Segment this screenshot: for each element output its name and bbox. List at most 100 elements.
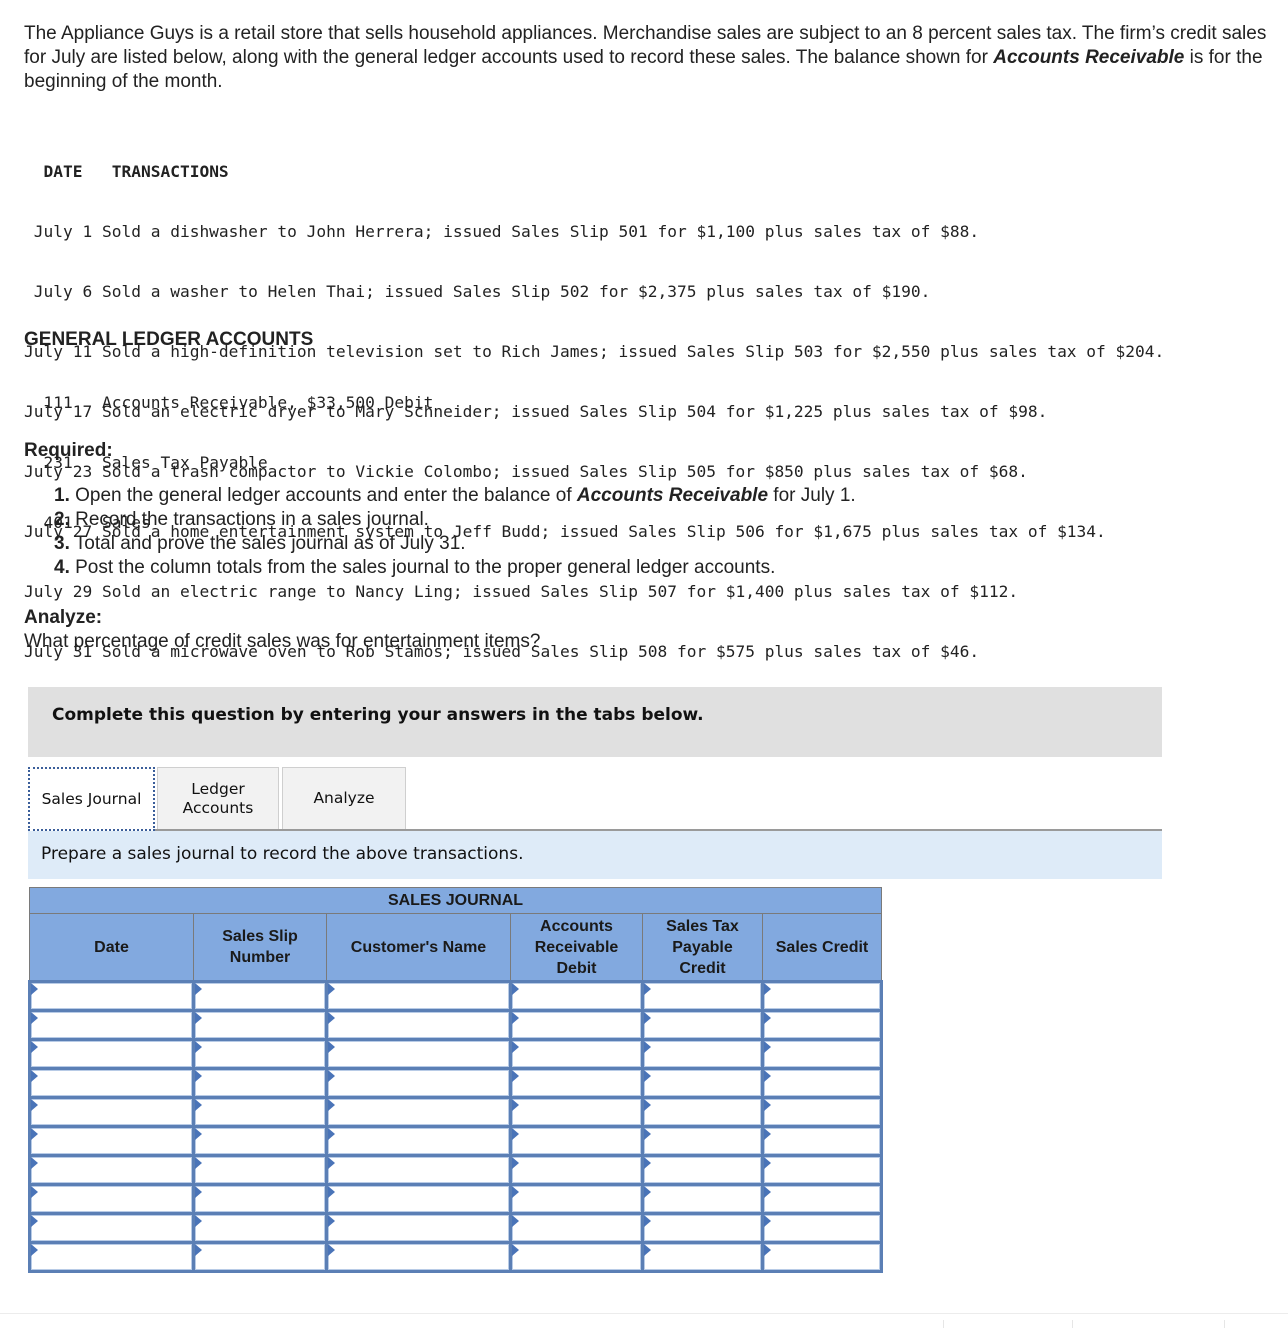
journal-cell xyxy=(761,1241,883,1273)
transaction-row: July 6 Sold a washer to Helen Thai; issu… xyxy=(24,282,1164,302)
journal-cell xyxy=(641,1212,764,1244)
sales-slip-number-input[interactable] xyxy=(195,1099,325,1125)
date-input[interactable] xyxy=(31,1186,192,1212)
journal-cell xyxy=(192,1038,328,1070)
transaction-row: July 1 Sold a dishwasher to John Herrera… xyxy=(24,222,1164,242)
sales-tax-payable-credit-input[interactable] xyxy=(644,1070,761,1096)
journal-cell xyxy=(509,1125,644,1157)
tab-ledger-accounts[interactable]: Ledger Accounts xyxy=(157,767,279,829)
sales-credit-input[interactable] xyxy=(764,1215,880,1241)
customer-name-input[interactable] xyxy=(328,1012,509,1038)
panel-message-text: Prepare a sales journal to record the ab… xyxy=(41,844,524,864)
date-input[interactable] xyxy=(31,1157,192,1183)
customer-name-input[interactable] xyxy=(328,1099,509,1125)
tab-analyze[interactable]: Analyze xyxy=(282,767,406,829)
customer-name-input[interactable] xyxy=(328,1070,509,1096)
date-input[interactable] xyxy=(31,1244,192,1270)
customer-name-input[interactable] xyxy=(328,983,509,1009)
sales-slip-number-input[interactable] xyxy=(195,1186,325,1212)
journal-cell xyxy=(761,1009,883,1041)
journal-cell xyxy=(761,1154,883,1186)
journal-cell xyxy=(192,1212,328,1244)
item-number: 4. xyxy=(54,557,70,578)
date-input[interactable] xyxy=(31,1099,192,1125)
item-text: Record the transactions in a sales journ… xyxy=(69,509,429,530)
sales-slip-number-input[interactable] xyxy=(195,1041,325,1067)
problem-intro: The Appliance Guys is a retail store tha… xyxy=(24,22,1274,94)
sales-slip-number-input[interactable] xyxy=(195,1070,325,1096)
sales-credit-input[interactable] xyxy=(764,1041,880,1067)
tab-sales-journal[interactable]: Sales Journal xyxy=(28,767,155,831)
sales-tax-payable-credit-input[interactable] xyxy=(644,1041,761,1067)
sales-credit-input[interactable] xyxy=(764,1186,880,1212)
journal-cell xyxy=(192,1009,328,1041)
sales-tax-payable-credit-input[interactable] xyxy=(644,1099,761,1125)
accounts-receivable-debit-input[interactable] xyxy=(512,1128,641,1154)
accounts-receivable-debit-input[interactable] xyxy=(512,1186,641,1212)
date-input[interactable] xyxy=(31,1128,192,1154)
sales-slip-number-input[interactable] xyxy=(195,1157,325,1183)
item-text: Open the general ledger accounts and ent… xyxy=(69,485,577,506)
sales-slip-number-input[interactable] xyxy=(195,983,325,1009)
sales-tax-payable-credit-input[interactable] xyxy=(644,1157,761,1183)
accounts-receivable-debit-input[interactable] xyxy=(512,1215,641,1241)
footer-divider xyxy=(0,1313,1288,1314)
sales-tax-payable-credit-input[interactable] xyxy=(644,1215,761,1241)
journal-cell xyxy=(325,1067,512,1099)
customer-name-input[interactable] xyxy=(328,1215,509,1241)
transaction-date: July 29 xyxy=(24,582,93,601)
sales-tax-payable-credit-input[interactable] xyxy=(644,1244,761,1270)
date-input[interactable] xyxy=(31,1041,192,1067)
item-text-after: for July 1. xyxy=(768,485,856,506)
sales-credit-input[interactable] xyxy=(764,1012,880,1038)
instruction-banner: Complete this question by entering your … xyxy=(28,687,1162,757)
accounts-receivable-debit-input[interactable] xyxy=(512,1244,641,1270)
sales-slip-number-input[interactable] xyxy=(195,1128,325,1154)
customer-name-input[interactable] xyxy=(328,1244,509,1270)
transactions-header: DATE TRANSACTIONS xyxy=(24,162,1164,182)
date-input[interactable] xyxy=(31,1012,192,1038)
journal-row xyxy=(28,1241,883,1273)
sales-slip-number-input[interactable] xyxy=(195,1012,325,1038)
journal-cell xyxy=(761,1212,883,1244)
customer-name-input[interactable] xyxy=(328,1157,509,1183)
journal-cell xyxy=(325,1212,512,1244)
journal-cell xyxy=(509,1038,644,1070)
journal-cell xyxy=(641,1009,764,1041)
accounts-receivable-debit-input[interactable] xyxy=(512,1157,641,1183)
sales-tax-payable-credit-input[interactable] xyxy=(644,1012,761,1038)
journal-cell xyxy=(761,1067,883,1099)
sales-tax-payable-credit-input[interactable] xyxy=(644,1186,761,1212)
sales-slip-number-input[interactable] xyxy=(195,1215,325,1241)
journal-cell xyxy=(325,1241,512,1273)
sales-credit-input[interactable] xyxy=(764,1157,880,1183)
sales-credit-input[interactable] xyxy=(764,1070,880,1096)
sales-tax-payable-credit-input[interactable] xyxy=(644,1128,761,1154)
accounts-receivable-debit-input[interactable] xyxy=(512,1070,641,1096)
date-input[interactable] xyxy=(31,1070,192,1096)
item-number: 2. xyxy=(54,509,70,530)
sales-credit-input[interactable] xyxy=(764,1244,880,1270)
sales-slip-number-input[interactable] xyxy=(195,1244,325,1270)
item-number: 3. xyxy=(54,533,70,554)
journal-row xyxy=(28,1154,883,1186)
sales-tax-payable-credit-input[interactable] xyxy=(644,983,761,1009)
accounts-receivable-debit-input[interactable] xyxy=(512,1041,641,1067)
sales-credit-input[interactable] xyxy=(764,983,880,1009)
date-input[interactable] xyxy=(31,1215,192,1241)
accounts-receivable-debit-input[interactable] xyxy=(512,1012,641,1038)
journal-cell xyxy=(325,1183,512,1215)
accounts-receivable-debit-input[interactable] xyxy=(512,983,641,1009)
customer-name-input[interactable] xyxy=(328,1186,509,1212)
customer-name-input[interactable] xyxy=(328,1041,509,1067)
transaction-text: Sold an electric range to Nancy Ling; is… xyxy=(101,582,1019,601)
customer-name-input[interactable] xyxy=(328,1128,509,1154)
date-input[interactable] xyxy=(31,983,192,1009)
journal-cell xyxy=(325,1038,512,1070)
sales-credit-input[interactable] xyxy=(764,1099,880,1125)
item-number: 1. xyxy=(54,485,70,506)
sales-credit-input[interactable] xyxy=(764,1128,880,1154)
intro-emphasis: Accounts Receivable xyxy=(993,47,1185,68)
journal-cell xyxy=(761,1125,883,1157)
accounts-receivable-debit-input[interactable] xyxy=(512,1099,641,1125)
